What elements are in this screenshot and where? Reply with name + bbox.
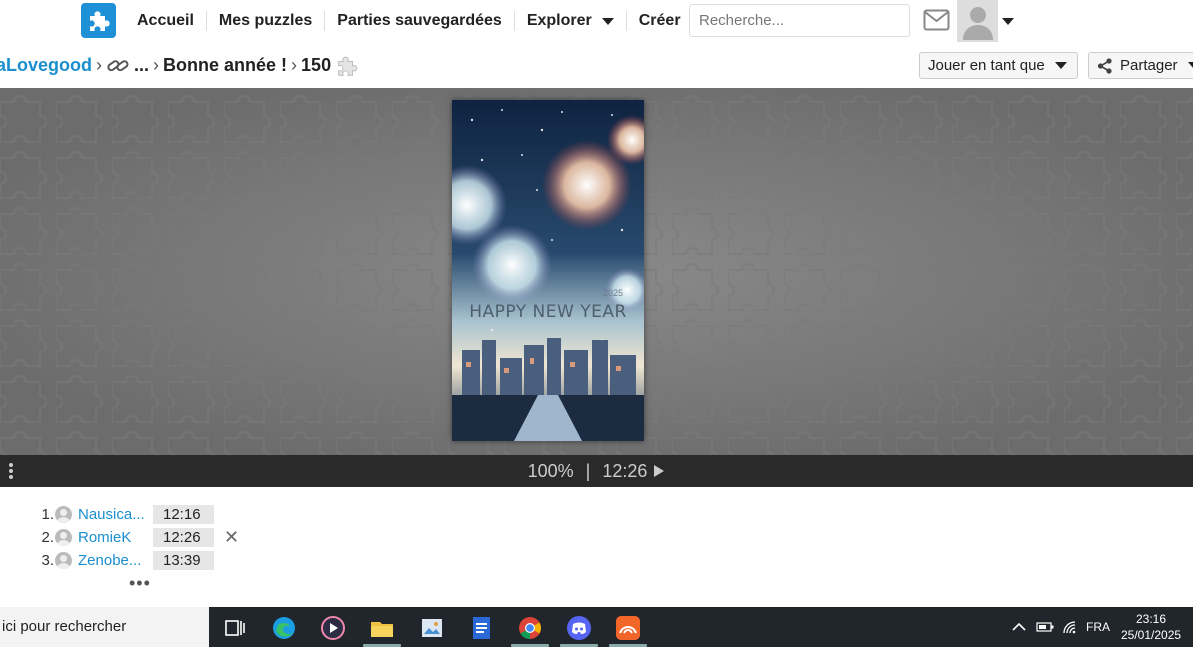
battery-icon[interactable] <box>1036 622 1054 632</box>
audio-app-icon[interactable] <box>615 615 641 641</box>
media-player-icon[interactable] <box>320 615 346 641</box>
windows-taskbar: ici pour rechercher FRA 23:16 25/01/2025 <box>0 607 1193 647</box>
leaderboard-user-link[interactable]: Zenobe... <box>78 552 153 569</box>
user-avatar-icon <box>55 529 72 546</box>
system-tray: FRA <box>1012 607 1110 647</box>
leaderboard: 1. Nausica... 12:16 2. RomieK 12:26 ✕ 3.… <box>40 503 239 572</box>
leaderboard-rank: 2. <box>41 529 54 546</box>
chrome-browser-icon[interactable] <box>517 615 543 641</box>
photos-app-icon[interactable] <box>419 615 445 641</box>
user-avatar[interactable] <box>957 0 998 42</box>
input-language-indicator[interactable]: FRA <box>1086 620 1110 634</box>
leaderboard-user-link[interactable]: Nausica... <box>78 506 153 523</box>
puzzle-year: 2025 <box>603 288 623 298</box>
chevron-up-icon[interactable] <box>1012 622 1026 632</box>
play-icon[interactable] <box>653 464 665 478</box>
share-icon <box>1097 57 1113 74</box>
chevron-down-icon <box>1054 62 1067 69</box>
chevron-right-icon: › <box>291 55 298 75</box>
word-document-icon[interactable] <box>468 615 494 641</box>
puzzle-caption: HAPPY NEW YEAR <box>469 302 627 322</box>
link-icon[interactable] <box>106 56 130 76</box>
user-avatar-icon <box>55 506 72 523</box>
mail-icon[interactable] <box>923 9 950 36</box>
nav-create-label: Créer <box>638 12 681 29</box>
leaderboard-time: 12:16 <box>153 505 214 524</box>
breadcrumb-ellipsis[interactable]: ... <box>134 55 149 76</box>
breadcrumb-piece-count[interactable]: 150 <box>301 55 331 76</box>
puzzle-image[interactable]: 2025 HAPPY NEW YEAR <box>452 100 644 441</box>
task-view-icon[interactable] <box>222 615 248 641</box>
chevron-down-icon <box>601 17 614 25</box>
leaderboard-time: 13:39 <box>153 551 214 570</box>
wifi-icon[interactable] <box>1062 620 1078 634</box>
leaderboard-user-link[interactable]: RomieK <box>78 529 153 546</box>
puzzle-piece-icon <box>335 54 359 78</box>
puzzle-status-bar: 100% | 12:26 <box>0 455 1193 487</box>
more-options-icon[interactable] <box>8 462 14 485</box>
leaderboard-row: 3. Zenobe... 13:39 <box>40 549 239 572</box>
leaderboard-time: 12:26 <box>153 528 214 547</box>
breadcrumb-user-link[interactable]: aLovegood <box>0 55 92 76</box>
main-nav: Accueil Mes puzzles Parties sauvegardées… <box>125 0 693 42</box>
leaderboard-row: 1. Nausica... 12:16 <box>40 503 239 526</box>
remove-entry-icon[interactable]: ✕ <box>224 527 239 548</box>
top-nav-bar: Accueil Mes puzzles Parties sauvegardées… <box>0 0 1193 42</box>
nav-create[interactable]: Créer <box>627 11 693 31</box>
leaderboard-more-button[interactable]: ••• <box>129 573 151 594</box>
taskbar-search-box[interactable]: ici pour rechercher <box>0 607 209 647</box>
jigsaw-logo-icon[interactable] <box>81 3 116 38</box>
file-explorer-icon[interactable] <box>369 615 395 641</box>
play-as-label: Jouer en tant que <box>928 57 1045 74</box>
nav-saved-games[interactable]: Parties sauvegardées <box>325 11 515 31</box>
account-menu-chevron-icon[interactable] <box>1002 18 1014 25</box>
puzzle-board[interactable]: 2025 HAPPY NEW YEAR <box>0 88 1193 455</box>
nav-my-puzzles-label: Mes puzzles <box>218 12 313 29</box>
leaderboard-row: 2. RomieK 12:26 ✕ <box>40 526 239 549</box>
clock-date: 25/01/2025 <box>1121 628 1182 642</box>
nav-home[interactable]: Accueil <box>125 11 207 31</box>
taskbar-clock[interactable]: 23:16 25/01/2025 <box>1121 611 1181 643</box>
nav-explore[interactable]: Explorer <box>515 11 627 31</box>
edge-browser-icon[interactable] <box>271 615 297 641</box>
nav-explore-label: Explorer <box>526 12 592 29</box>
share-button[interactable]: Partager <box>1088 52 1193 79</box>
breadcrumb-puzzle-title[interactable]: Bonne année ! <box>163 55 287 76</box>
play-as-button[interactable]: Jouer en tant que <box>919 52 1078 79</box>
clock-time: 23:16 <box>1135 612 1167 626</box>
leaderboard-rank: 1. <box>41 506 54 523</box>
status-separator: | <box>585 460 591 481</box>
leaderboard-rank: 3. <box>41 552 54 569</box>
search-input[interactable] <box>689 4 910 37</box>
discord-icon[interactable] <box>566 615 592 641</box>
completion-percent: 100% <box>527 460 574 481</box>
nav-my-puzzles[interactable]: Mes puzzles <box>207 11 326 31</box>
chevron-right-icon: › <box>153 55 160 75</box>
timer: 12:26 <box>602 460 648 481</box>
nav-home-label: Accueil <box>137 12 194 29</box>
share-label: Partager <box>1120 57 1178 74</box>
user-avatar-icon <box>55 552 72 569</box>
chevron-right-icon: › <box>96 55 103 75</box>
taskbar-search-label: ici pour rechercher <box>2 618 127 635</box>
nav-saved-games-label: Parties sauvegardées <box>337 12 502 29</box>
chevron-down-icon <box>1187 62 1193 69</box>
